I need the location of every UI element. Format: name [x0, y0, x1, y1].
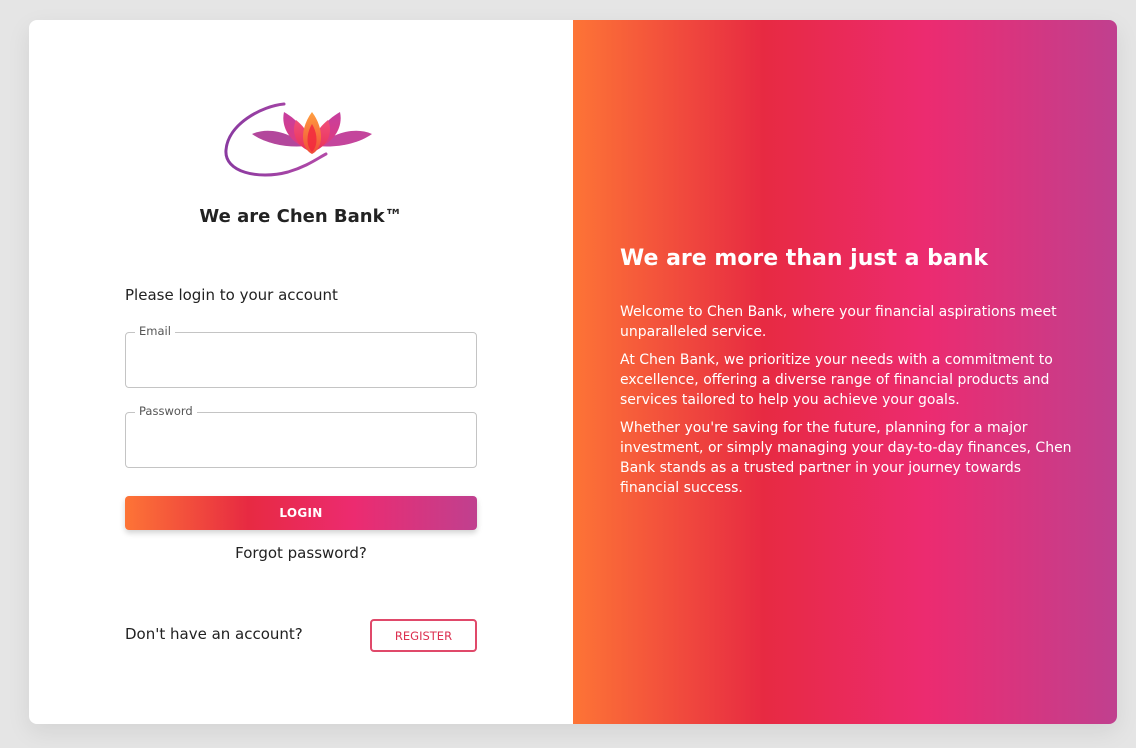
email-field[interactable]: Email [125, 324, 477, 388]
hero-paragraph: At Chen Bank, we prioritize your needs w… [620, 352, 1053, 408]
no-account-text: Don't have an account? [125, 625, 303, 643]
info-panel: We are more than just a bank Welcome to … [573, 20, 1117, 724]
login-panel: We are Chen Bank™ Please login to your a… [29, 20, 573, 724]
login-prompt: Please login to your account [125, 286, 338, 304]
hero-paragraph: Welcome to Chen Bank, where your financi… [620, 304, 1057, 340]
register-button[interactable]: REGISTER [370, 619, 477, 652]
password-field[interactable]: Password [125, 404, 477, 468]
brand-title: We are Chen Bank™ [199, 206, 403, 227]
hero-paragraph: Whether you're saving for the future, pl… [620, 420, 1072, 496]
email-input[interactable] [126, 333, 476, 387]
hero-body: Welcome to Chen Bank, where your financi… [620, 302, 1072, 506]
login-card: We are Chen Bank™ Please login to your a… [29, 20, 1117, 724]
login-button[interactable]: LOGIN [125, 496, 477, 530]
lotus-logo-icon [224, 102, 372, 177]
hero-title: We are more than just a bank [620, 246, 989, 271]
forgot-password-link[interactable]: Forgot password? [29, 544, 573, 562]
password-input[interactable] [126, 413, 476, 467]
